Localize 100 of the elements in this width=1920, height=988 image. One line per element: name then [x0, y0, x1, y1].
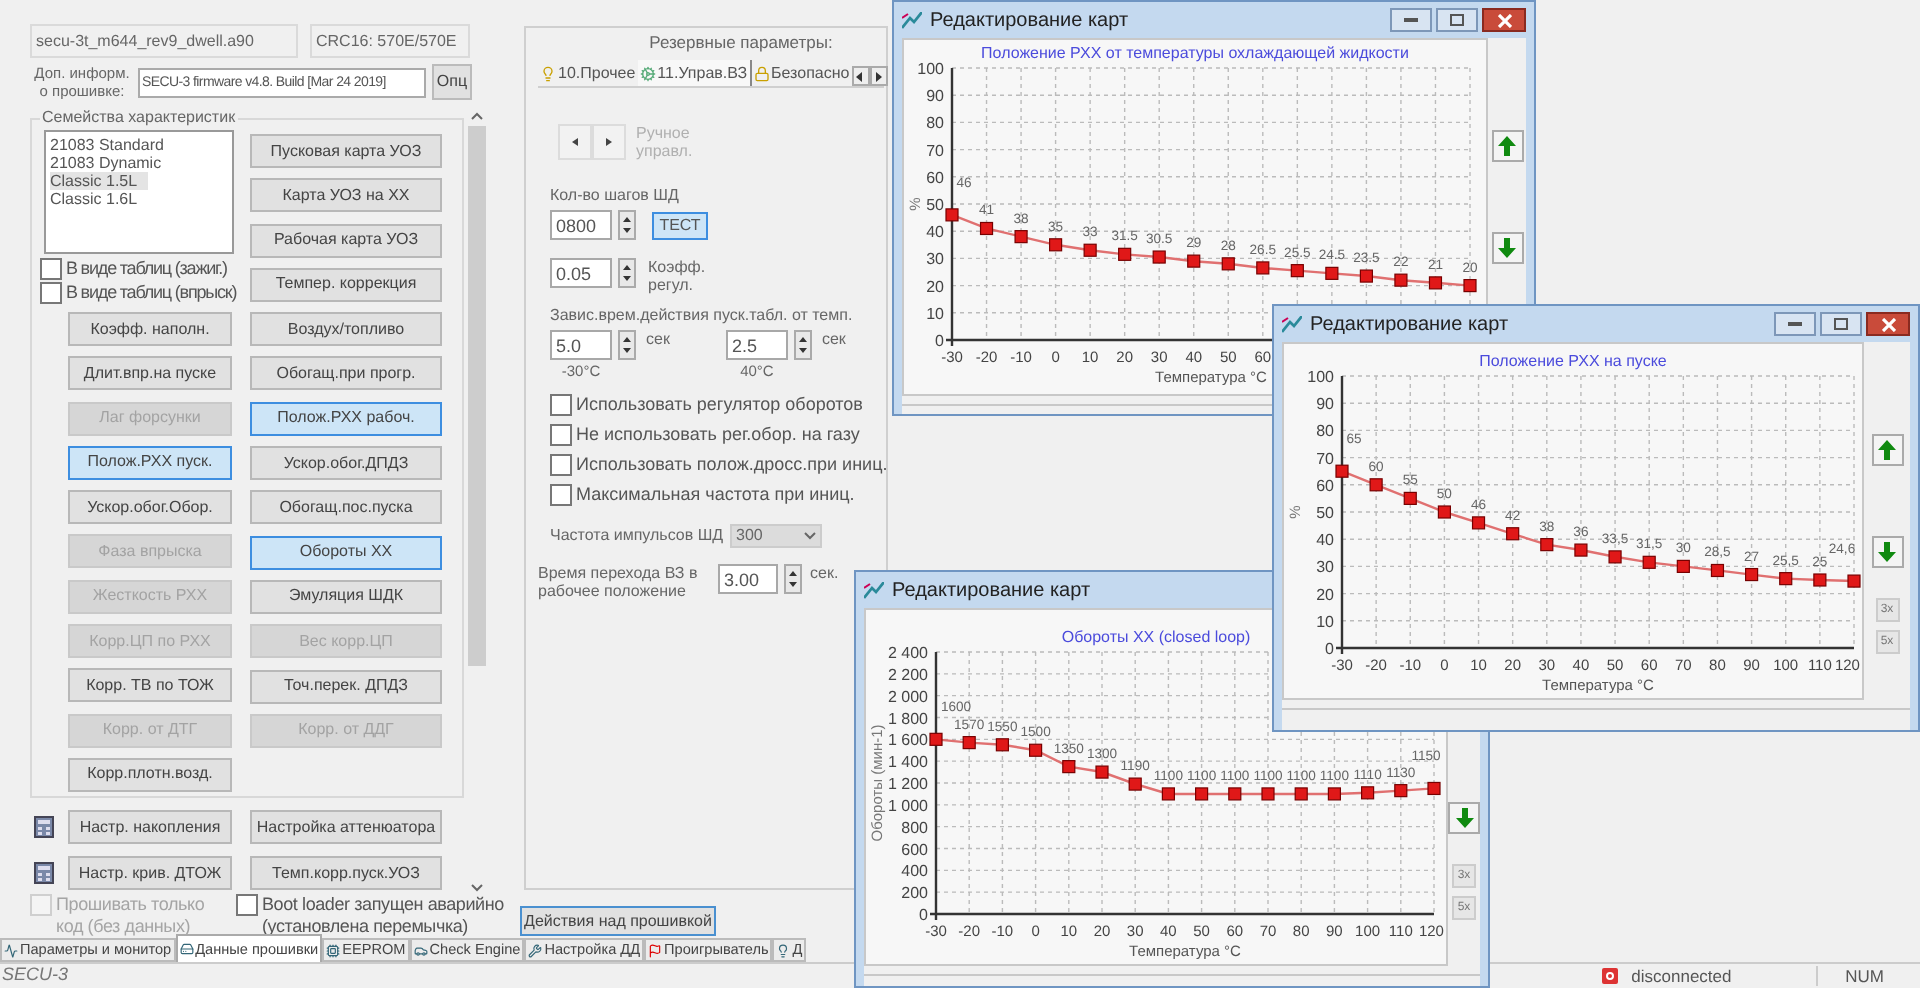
checkbox[interactable]: [40, 282, 62, 304]
maximize-button[interactable]: [1436, 8, 1478, 32]
list-item[interactable]: Classic 1.5L: [50, 172, 148, 190]
map-button[interactable]: Коэфф. наполн.: [68, 312, 232, 346]
input-field[interactable]: 5.0: [550, 330, 612, 360]
data-point[interactable]: [1327, 787, 1341, 801]
data-point[interactable]: [962, 736, 976, 750]
list-item[interactable]: 21083 Dynamic: [50, 154, 172, 172]
map-button[interactable]: Темп.корр.пуск.УОЗ: [250, 856, 442, 890]
scroll-up-icon[interactable]: [469, 110, 483, 122]
tab[interactable]: Безопасно: [751, 60, 852, 86]
file-name-field[interactable]: secu-3t_m644_rev9_dwell.a90: [30, 24, 298, 58]
input-field[interactable]: 0800: [550, 210, 612, 240]
checkbox[interactable]: [550, 394, 572, 416]
map-button[interactable]: Темпер. коррекция: [250, 267, 442, 302]
data-point[interactable]: [1290, 264, 1304, 278]
minimize-button[interactable]: [1390, 8, 1432, 32]
close-button[interactable]: [1866, 312, 1910, 336]
checkbox[interactable]: [40, 258, 62, 280]
map-button[interactable]: Обороты ХХ: [250, 535, 442, 570]
data-point[interactable]: [1361, 786, 1375, 800]
map-button[interactable]: Полож.РХХ рабоч.: [250, 401, 442, 436]
map-button[interactable]: Ускор.обог.ДПДЗ: [250, 446, 442, 481]
map-button[interactable]: Обогащ.при прогр.: [250, 356, 442, 391]
map-button[interactable]: Эмуляция ШДК: [250, 579, 442, 614]
tab[interactable]: 11.Управ.ВЗ: [637, 60, 752, 86]
scrollbar[interactable]: [466, 110, 486, 894]
data-point[interactable]: [1195, 787, 1209, 801]
up-arrow-button[interactable]: [1871, 434, 1903, 466]
data-point[interactable]: [1745, 567, 1759, 582]
data-point[interactable]: [1014, 230, 1028, 244]
checkbox[interactable]: [550, 454, 572, 476]
maximize-button[interactable]: [1820, 312, 1862, 336]
input-field[interactable]: 3.00: [718, 564, 778, 594]
down-arrow-button[interactable]: [1491, 232, 1523, 264]
data-point[interactable]: [1161, 787, 1175, 801]
map-button[interactable]: Настройка аттенюатора: [250, 810, 442, 844]
data-point[interactable]: [1359, 269, 1373, 283]
spin-buttons[interactable]: [784, 564, 802, 594]
data-point[interactable]: [1062, 760, 1076, 774]
test-button[interactable]: ТЕСТ: [652, 211, 708, 239]
data-point[interactable]: [979, 221, 994, 236]
options-button[interactable]: Опц: [432, 64, 472, 100]
down-arrow-button[interactable]: [1448, 802, 1480, 834]
data-point[interactable]: [1049, 238, 1063, 252]
checkbox[interactable]: [550, 484, 572, 506]
up-arrow-button[interactable]: [1491, 130, 1523, 162]
data-point[interactable]: [995, 738, 1009, 752]
spin-buttons[interactable]: [618, 258, 636, 288]
data-point[interactable]: [1221, 257, 1235, 271]
map-button[interactable]: Обогащ.пос.пуска: [250, 490, 442, 525]
data-point[interactable]: [1437, 505, 1451, 519]
calculator-icon[interactable]: [34, 862, 54, 884]
data-point[interactable]: [1471, 516, 1486, 530]
spin-buttons[interactable]: [618, 330, 636, 360]
crc-field[interactable]: CRC16: 570E/570E: [310, 24, 470, 58]
map-button[interactable]: Полож.РХХ пуск.: [68, 445, 232, 480]
checkbox[interactable]: [550, 424, 572, 446]
map-button[interactable]: Пусковая карта УОЗ: [250, 134, 442, 168]
data-point[interactable]: [1187, 254, 1201, 268]
data-point[interactable]: [1540, 538, 1554, 552]
data-point[interactable]: [1463, 279, 1477, 293]
data-point[interactable]: [1676, 559, 1690, 573]
data-point[interactable]: [1428, 276, 1443, 290]
checkbox[interactable]: [236, 894, 258, 916]
firmware-actions-button[interactable]: Действия над прошивкой: [520, 906, 716, 936]
down-arrow-button[interactable]: [1871, 536, 1903, 568]
data-point[interactable]: [1506, 527, 1520, 541]
frequency-dropdown[interactable]: 300: [730, 524, 822, 548]
tab-scroll-left-button[interactable]: [851, 66, 870, 86]
data-point[interactable]: [1083, 243, 1097, 257]
data-point[interactable]: [929, 732, 943, 746]
map-button[interactable]: Рабочая карта УОЗ: [250, 223, 442, 258]
spin-buttons[interactable]: [793, 330, 812, 360]
map-button[interactable]: Корр.плотн.возд.: [68, 757, 232, 792]
data-point[interactable]: [1642, 555, 1656, 569]
spin-buttons[interactable]: [618, 210, 636, 240]
map-button[interactable]: Точ.перек. ДПДЗ: [250, 669, 442, 704]
map-button[interactable]: Ускор.обог.Обор.: [68, 490, 232, 525]
data-point[interactable]: [1335, 464, 1349, 478]
data-point[interactable]: [1779, 572, 1793, 586]
data-point[interactable]: [1710, 563, 1725, 578]
data-point[interactable]: [1029, 743, 1043, 757]
calculator-icon[interactable]: [34, 816, 54, 838]
list-item[interactable]: 21083 Standard: [50, 136, 174, 154]
close-button[interactable]: [1482, 8, 1526, 32]
input-field[interactable]: 2.5: [725, 330, 788, 360]
input-field[interactable]: 0.05: [550, 258, 612, 288]
data-point[interactable]: [1394, 784, 1408, 798]
list-item[interactable]: Classic 1.6L: [50, 190, 148, 208]
data-point[interactable]: [1403, 491, 1417, 505]
map-button[interactable]: Длит.впр.на пуске: [68, 356, 232, 391]
map-button[interactable]: Воздух/топливо: [250, 312, 442, 347]
tab[interactable]: 10.Прочее: [538, 60, 638, 86]
scroll-down-icon[interactable]: [469, 882, 483, 894]
map-button[interactable]: Настр. накопления: [68, 810, 232, 844]
map-button[interactable]: Настр. крив. ДТОЖ: [68, 856, 232, 890]
data-point[interactable]: [1325, 266, 1339, 280]
map-button[interactable]: Карта УОЗ на ХХ: [250, 178, 442, 213]
map-button[interactable]: Корр. ТВ по ТОЖ: [68, 668, 232, 703]
